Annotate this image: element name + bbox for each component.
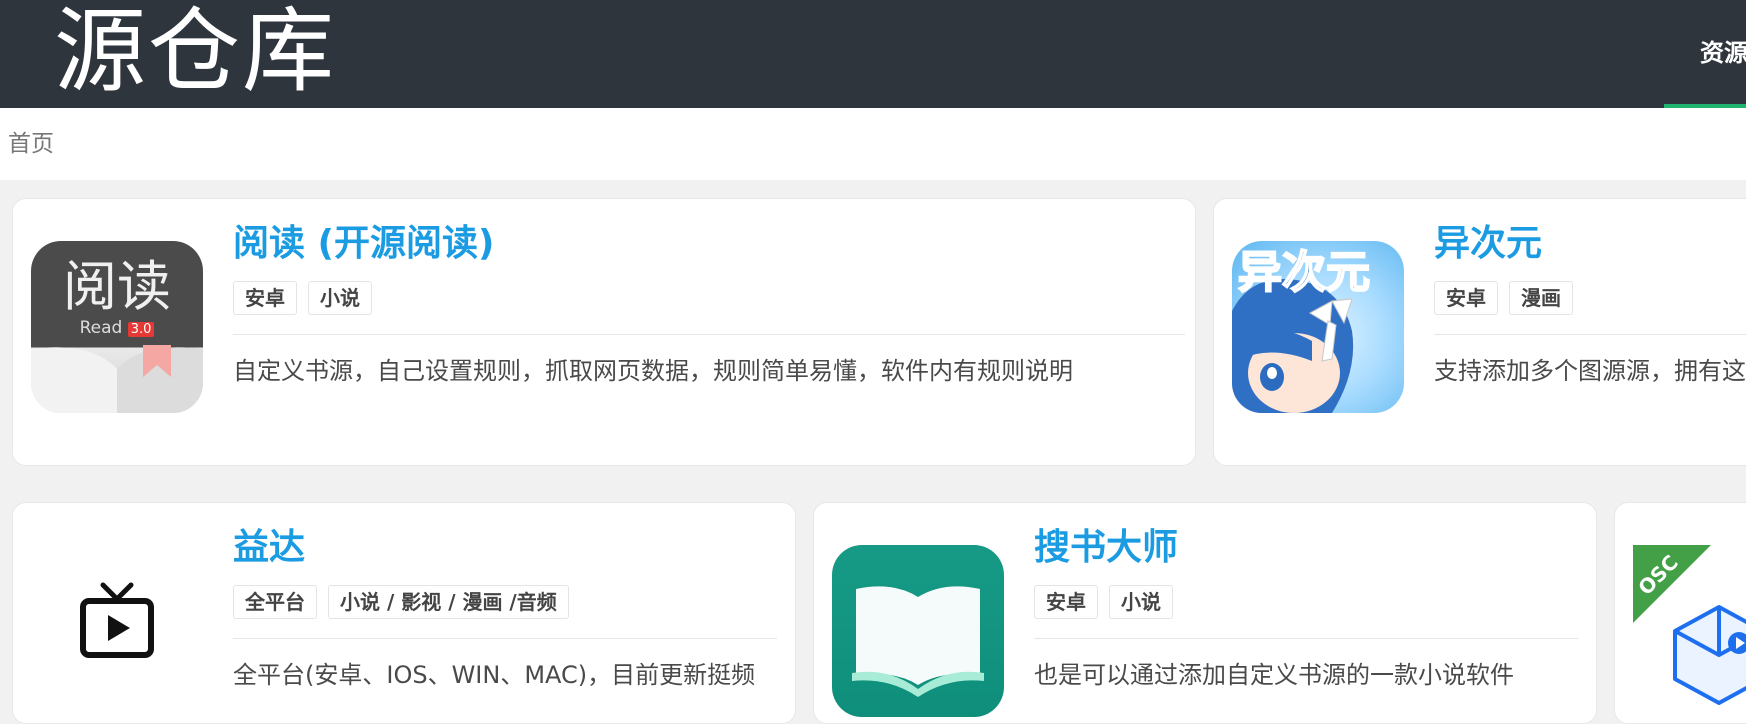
tv-play-icon[interactable] <box>31 545 203 717</box>
yuedu-icon-text: 阅读 <box>63 255 171 318</box>
tag-android[interactable]: 安卓 <box>1434 281 1498 315</box>
yuedu-icon-subtitle: Read 3.0 <box>31 317 203 341</box>
tag-list: 安卓 小说 <box>1034 585 1173 621</box>
tag-novel[interactable]: 小说 <box>308 281 372 315</box>
tag-list: 安卓 小说 <box>233 281 372 317</box>
tag-list: 安卓 漫画 <box>1434 281 1573 317</box>
card-title[interactable]: 益达 <box>233 526 305 570</box>
tag-novel[interactable]: 小说 <box>1109 585 1173 619</box>
app-card-yida[interactable]: 益达 全平台 小说 / 影视 / 漫画 /音频 全平台(安卓、IOS、WIN、M… <box>12 502 796 724</box>
tag-all-platform[interactable]: 全平台 <box>233 585 317 619</box>
yiciyuan-app-icon[interactable]: 异次元 <box>1232 241 1404 413</box>
breadcrumb-bar: 首页 <box>0 108 1746 180</box>
card-title[interactable]: 搜书大师 <box>1034 526 1178 570</box>
yuedu-icon-version: 3.0 <box>127 322 155 337</box>
tag-comic[interactable]: 漫画 <box>1509 281 1573 315</box>
breadcrumb-home[interactable]: 首页 <box>8 129 54 159</box>
card-divider <box>1034 638 1578 639</box>
yiciyuan-icon-text: 异次元 <box>1237 246 1371 299</box>
app-card-osc[interactable]: OSC <box>1614 502 1746 724</box>
tag-android[interactable]: 安卓 <box>1034 585 1098 619</box>
yuedu-app-icon[interactable]: 阅读 Read 3.0 <box>31 241 203 413</box>
app-card-yuedu[interactable]: 阅读 Read 3.0 阅读 (开源阅读) 安卓 小说 自定义书源，自己设置规则… <box>12 198 1196 466</box>
app-card-yiciyuan[interactable]: 异次元 异次元 安卓 漫画 支持添加多个图源源，拥有这 <box>1213 198 1746 466</box>
yuedu-icon-read-text: Read <box>79 318 123 338</box>
card-title[interactable]: 异次元 <box>1434 222 1542 266</box>
card-description: 自定义书源，自己设置规则，抓取网页数据，规则简单易懂，软件内有规则说明 <box>233 357 1073 385</box>
card-description: 全平台(安卓、IOS、WIN、MAC)，目前更新挺频 <box>233 661 756 689</box>
card-description: 支持添加多个图源源，拥有这 <box>1434 357 1746 385</box>
site-logo[interactable]: 源仓库 <box>54 2 336 102</box>
tv-play-icon-art <box>80 582 154 658</box>
card-divider <box>1434 334 1746 335</box>
card-description: 也是可以通过添加自定义书源的一款小说软件 <box>1034 661 1514 689</box>
open-book-app-icon[interactable] <box>832 545 1004 717</box>
tag-media-types[interactable]: 小说 / 影视 / 漫画 /音频 <box>328 585 569 619</box>
card-title[interactable]: 阅读 (开源阅读) <box>233 222 494 266</box>
nav-item-resources[interactable]: 资源 <box>1700 36 1746 70</box>
card-divider <box>233 334 1185 335</box>
app-card-soushudashi[interactable]: 搜书大师 安卓 小说 也是可以通过添加自定义书源的一款小说软件 <box>813 502 1597 724</box>
card-divider <box>233 638 777 639</box>
tag-android[interactable]: 安卓 <box>233 281 297 315</box>
open-book-icon-art <box>852 586 984 697</box>
tag-list: 全平台 小说 / 影视 / 漫画 /音频 <box>233 585 569 621</box>
top-header: 源仓库 资源 <box>0 0 1746 108</box>
osc-cube-icon[interactable]: OSC <box>1633 545 1746 717</box>
